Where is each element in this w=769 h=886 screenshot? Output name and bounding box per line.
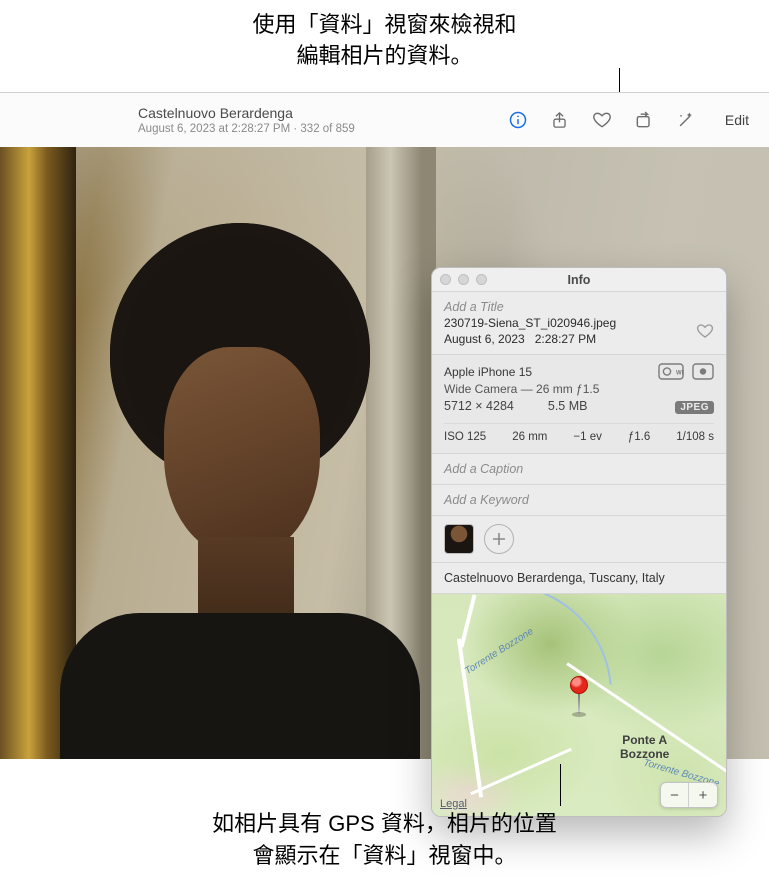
camera-info-section: Apple iPhone 15 Wide Camera — 26 mm ƒ1.5… bbox=[432, 355, 726, 454]
map-zoom-in-button[interactable]: + bbox=[689, 783, 717, 807]
photos-window: Castelnuovo Berardenga August 6, 2023 at… bbox=[0, 92, 769, 758]
toolbar-subtitle: August 6, 2023 at 2:28:27 PM · 332 of 85… bbox=[138, 123, 507, 135]
annotation-top-line1: 使用「資料」視窗來檢視和 bbox=[0, 10, 769, 41]
location-text[interactable]: Castelnuovo Berardenga, Tuscany, Italy bbox=[432, 563, 726, 594]
keyword-field[interactable]: Add a Keyword bbox=[444, 493, 714, 507]
auto-enhance-icon[interactable] bbox=[675, 109, 697, 131]
share-icon[interactable] bbox=[549, 109, 571, 131]
annotation-bottom-line1: 如相片具有 GPS 資料，相片的位置 bbox=[212, 811, 557, 836]
annotation-top: 使用「資料」視窗來檢視和 編輯相片的資料。 bbox=[0, 10, 769, 72]
toolbar: Castelnuovo Berardenga August 6, 2023 at… bbox=[0, 93, 769, 147]
add-face-button[interactable] bbox=[484, 524, 514, 554]
annotation-top-line2: 編輯相片的資料。 bbox=[0, 41, 769, 72]
minimize-dot[interactable] bbox=[458, 274, 469, 285]
svg-text:WB: WB bbox=[676, 371, 684, 377]
rotate-icon[interactable] bbox=[633, 109, 655, 131]
map-zoom-control: − + bbox=[660, 782, 718, 808]
faces-section bbox=[432, 516, 726, 563]
close-dot[interactable] bbox=[440, 274, 451, 285]
image-filesize: 5.5 MB bbox=[548, 399, 588, 413]
favorite-icon[interactable] bbox=[591, 109, 613, 131]
map-pin-icon[interactable] bbox=[570, 676, 588, 717]
window-traffic-lights[interactable] bbox=[440, 274, 487, 285]
face-thumbnail[interactable] bbox=[444, 524, 474, 554]
exif-shutter: 1/108 s bbox=[676, 431, 714, 443]
exif-iso: ISO 125 bbox=[444, 431, 486, 443]
toolbar-counter: 332 of 859 bbox=[300, 123, 354, 135]
info-panel: Info Add a Title 230719-Siena_ST_i020946… bbox=[431, 267, 727, 817]
camera-wb-icon: WB bbox=[658, 363, 684, 380]
camera-meter-icon bbox=[692, 363, 714, 380]
title-field[interactable]: Add a Title bbox=[444, 300, 714, 314]
info-date: August 6, 2023 bbox=[444, 332, 525, 346]
toolbar-location: Castelnuovo Berardenga bbox=[138, 105, 507, 121]
info-icon[interactable] bbox=[507, 109, 529, 131]
keyword-section: Add a Keyword bbox=[432, 485, 726, 516]
annotation-bottom: 如相片具有 GPS 資料，相片的位置 會顯示在「資料」視窗中。 bbox=[0, 808, 769, 872]
map-zoom-out-button[interactable]: − bbox=[661, 783, 689, 807]
format-badge: JPEG bbox=[675, 401, 714, 414]
map-place-label: Ponte A Bozzone bbox=[620, 734, 669, 762]
camera-lens: Wide Camera — 26 mm ƒ1.5 bbox=[444, 382, 714, 396]
info-titlebar: Info bbox=[432, 268, 726, 292]
annotation-bottom-leader bbox=[560, 764, 561, 806]
edit-button[interactable]: Edit bbox=[717, 108, 757, 132]
location-map[interactable]: Torrente Bozzone Torrente Bozzone Ponte … bbox=[432, 594, 726, 816]
favorite-heart-icon[interactable] bbox=[696, 322, 714, 340]
toolbar-actions: Edit bbox=[507, 108, 757, 132]
info-title-section: Add a Title 230719-Siena_ST_i020946.jpeg… bbox=[432, 292, 726, 355]
exif-aperture: ƒ1.6 bbox=[628, 431, 650, 443]
zoom-dot[interactable] bbox=[476, 274, 487, 285]
caption-field[interactable]: Add a Caption bbox=[444, 462, 714, 476]
caption-section: Add a Caption bbox=[432, 454, 726, 485]
info-window-title: Info bbox=[568, 273, 591, 287]
toolbar-meta: Castelnuovo Berardenga August 6, 2023 at… bbox=[12, 105, 507, 135]
exif-focal: 26 mm bbox=[512, 431, 547, 443]
image-dimensions: 5712 × 4284 bbox=[444, 399, 514, 413]
datetime-row: August 6, 2023 2:28:27 PM bbox=[444, 332, 714, 346]
exif-ev: −1 ev bbox=[573, 431, 601, 443]
filename-label: 230719-Siena_ST_i020946.jpeg bbox=[444, 316, 714, 330]
info-time: 2:28:27 PM bbox=[535, 332, 596, 346]
exif-row: ISO 125 26 mm −1 ev ƒ1.6 1/108 s bbox=[444, 423, 714, 443]
annotation-bottom-line2: 會顯示在「資料」視窗中。 bbox=[252, 843, 516, 868]
toolbar-datetime: August 6, 2023 at 2:28:27 PM bbox=[138, 123, 290, 135]
